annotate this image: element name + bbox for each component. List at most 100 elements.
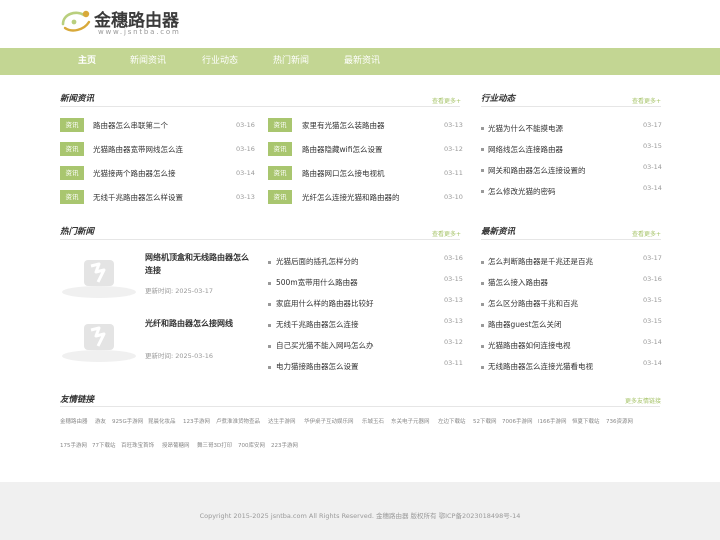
hot-list-item[interactable]: 光猫后面的插孔怎样分的 xyxy=(276,256,359,267)
article-thumbnail-icon[interactable] xyxy=(58,315,140,365)
hot-list-date: 03-13 xyxy=(444,317,463,325)
nav-item-industry[interactable]: 行业动态 xyxy=(202,48,238,75)
nav-item-news[interactable]: 新闻资讯 xyxy=(130,48,166,75)
news-item[interactable]: 路由器隐藏wifi怎么设置 xyxy=(302,144,382,155)
friend-link[interactable]: 昆晨化妆品 xyxy=(148,417,176,425)
nav-item-hot[interactable]: 热门新闻 xyxy=(273,48,309,75)
hot-more-link[interactable]: 查看更多+ xyxy=(432,229,461,238)
friend-link[interactable]: 736资源网 xyxy=(606,417,633,425)
friends-section-title: 友情链接 xyxy=(60,395,95,405)
friends-divider xyxy=(60,406,660,407)
friend-link[interactable]: 7006手游网 xyxy=(502,417,533,425)
news-badge: 资讯 xyxy=(268,190,292,204)
news-item[interactable]: 光猫路由器宽带网线怎么连 xyxy=(93,144,183,155)
site-logo[interactable]: 金穗路由器 www.jsntba.com xyxy=(60,4,190,40)
industry-item[interactable]: 网络线怎么连接路由器 xyxy=(488,144,563,155)
hot-featured-title[interactable]: 网络机顶盒和无线路由器怎么连接 xyxy=(145,251,255,277)
friend-link[interactable]: 恒夏下载站 xyxy=(572,417,600,425)
bullet-icon xyxy=(481,366,484,369)
friend-link[interactable]: 卢煮淮淮货物查品 xyxy=(216,417,260,425)
news-badge: 资讯 xyxy=(60,190,84,204)
latest-divider xyxy=(481,239,661,240)
latest-item[interactable]: 猫怎么接入路由器 xyxy=(488,277,548,288)
bullet-icon xyxy=(481,190,484,193)
industry-date: 03-14 xyxy=(643,184,662,192)
friend-link[interactable]: 925G手游网 xyxy=(112,417,143,425)
news-date: 03-16 xyxy=(236,145,255,153)
news-item[interactable]: 无线千兆路由器怎么样设置 xyxy=(93,192,183,203)
industry-item[interactable]: 光猫为什么不能摸电源 xyxy=(488,123,563,134)
friend-link[interactable]: 东关电子元器网 xyxy=(391,417,430,425)
friend-link[interactable]: 授昂葡糖网 xyxy=(162,441,190,449)
friend-link[interactable]: 77下载站 xyxy=(92,441,116,449)
friend-link[interactable]: 舞三哥3D打印 xyxy=(197,441,232,449)
friends-more-link[interactable]: 更多友情链接 xyxy=(625,396,661,405)
hot-featured-title[interactable]: 光纤和路由器怎么接网线 xyxy=(145,317,255,330)
news-more-link[interactable]: 查看更多+ xyxy=(432,96,461,105)
latest-item[interactable]: 怎么判断路由器是千兆还是百兆 xyxy=(488,256,593,267)
news-badge: 资讯 xyxy=(60,118,84,132)
news-date: 03-16 xyxy=(236,121,255,129)
news-date: 03-11 xyxy=(444,169,463,177)
hot-list-date: 03-15 xyxy=(444,275,463,283)
bullet-icon xyxy=(268,282,271,285)
hot-list-item[interactable]: 500m宽带用什么路由器 xyxy=(276,277,358,288)
news-badge: 资讯 xyxy=(268,142,292,156)
logo-url: www.jsntba.com xyxy=(98,28,181,36)
news-date: 03-13 xyxy=(236,193,255,201)
latest-date: 03-14 xyxy=(643,359,662,367)
latest-item[interactable]: 路由器guest怎么关闭 xyxy=(488,319,561,330)
hot-list-item[interactable]: 家庭用什么样的路由器比较好 xyxy=(276,298,374,309)
latest-item[interactable]: 光猫路由器如何连接电视 xyxy=(488,340,571,351)
industry-more-link[interactable]: 查看更多+ xyxy=(632,96,661,105)
friend-link[interactable]: 223手游网 xyxy=(271,441,298,449)
news-badge: 资讯 xyxy=(268,118,292,132)
bullet-icon xyxy=(268,366,271,369)
news-item[interactable]: 光纤怎么连接光猫和路由器的 xyxy=(302,192,400,203)
friend-link[interactable]: l166手游网 xyxy=(538,417,567,425)
friend-link[interactable]: 金穗路由器 xyxy=(60,417,88,425)
news-badge: 资讯 xyxy=(60,142,84,156)
industry-date: 03-17 xyxy=(643,121,662,129)
news-item[interactable]: 光猫接两个路由器怎么接 xyxy=(93,168,176,179)
friend-link[interactable]: 游友 xyxy=(95,417,106,425)
copyright-text: Copyright 2015-2025 jsntba.com All Right… xyxy=(199,512,521,520)
friend-link[interactable]: 123手游网 xyxy=(183,417,210,425)
latest-date: 03-14 xyxy=(643,338,662,346)
hot-list-item[interactable]: 自己买光猫不能入网吗怎么办 xyxy=(276,340,374,351)
latest-more-link[interactable]: 查看更多+ xyxy=(632,229,661,238)
hot-list-date: 03-12 xyxy=(444,338,463,346)
friend-link[interactable]: 华伊桌子互动娱乐网 xyxy=(304,417,354,425)
friend-link[interactable]: 52下载网 xyxy=(473,417,497,425)
industry-item[interactable]: 怎么修改光猫的密码 xyxy=(488,186,556,197)
nav-item-home[interactable]: 主页 xyxy=(78,48,96,75)
latest-section-title: 最新资讯 xyxy=(481,227,516,237)
bullet-icon xyxy=(481,169,484,172)
bullet-icon xyxy=(481,127,484,130)
bullet-icon xyxy=(268,261,271,264)
hot-list-item[interactable]: 无线千兆路由器怎么连接 xyxy=(276,319,359,330)
news-item[interactable]: 家里有光猫怎么装路由器 xyxy=(302,120,385,131)
hot-list-item[interactable]: 电力猫接路由器怎么设置 xyxy=(276,361,359,372)
article-thumbnail-icon[interactable] xyxy=(58,251,140,301)
friend-link[interactable]: 达生手游网 xyxy=(268,417,296,425)
friend-link[interactable]: 乐城玉石 xyxy=(362,417,384,425)
friend-link[interactable]: 700库安网 xyxy=(238,441,265,449)
friend-link[interactable]: 175手游网 xyxy=(60,441,87,449)
industry-item[interactable]: 网关和路由器怎么连接设置的 xyxy=(488,165,586,176)
industry-section-title: 行业动态 xyxy=(481,94,516,104)
industry-date: 03-14 xyxy=(643,163,662,171)
friend-link[interactable]: 左边下载站 xyxy=(438,417,466,425)
nav-item-latest[interactable]: 最新资讯 xyxy=(344,48,380,75)
news-badge: 资讯 xyxy=(60,166,84,180)
bullet-icon xyxy=(481,282,484,285)
latest-item[interactable]: 无线路由器怎么连接光猫看电视 xyxy=(488,361,593,372)
news-item[interactable]: 路由器怎么串联第二个 xyxy=(93,120,168,131)
hot-list-date: 03-11 xyxy=(444,359,463,367)
latest-item[interactable]: 怎么区分路由器千兆和百兆 xyxy=(488,298,578,309)
friend-link[interactable]: 百旺珠宝首饰 xyxy=(121,441,154,449)
bullet-icon xyxy=(481,261,484,264)
logo-swirl-icon xyxy=(61,10,91,32)
news-item[interactable]: 路由器网口怎么接电视机 xyxy=(302,168,385,179)
bullet-icon xyxy=(481,303,484,306)
